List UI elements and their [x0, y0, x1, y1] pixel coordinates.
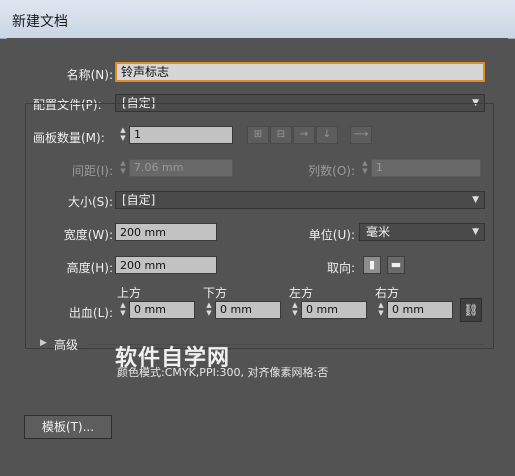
dialog-body: 名称(N): 铃声标志 配置文件(P): [自定] ▼ 画板数量(M): ▲ ▼ … [7, 38, 508, 469]
bleed-left-input[interactable]: 0 mm [301, 301, 367, 319]
artboard-count-stepper[interactable]: ▲ ▼ [117, 126, 129, 144]
template-button[interactable]: 模板(T)... [24, 415, 112, 439]
chevron-down-icon: ▼ [472, 195, 479, 205]
bleed-top-label: 上方 [117, 286, 142, 300]
size-value: [自定] [122, 193, 156, 207]
units-value: 毫米 [366, 225, 391, 239]
width-label: 宽度(W): [63, 228, 113, 242]
size-label: 大小(S): [67, 195, 113, 209]
title-bar: 新建文档 [0, 0, 515, 39]
columns-stepper[interactable]: ▲ ▼ [359, 159, 371, 177]
landscape-icon[interactable]: ▬ [387, 256, 405, 274]
bleed-right-label: 右方 [375, 286, 400, 300]
width-input[interactable]: 200 mm [115, 223, 217, 241]
name-field[interactable]: 铃声标志 [115, 62, 485, 82]
bleed-left-stepper[interactable]: ▲ ▼ [289, 301, 301, 319]
units-label: 单位(U): [308, 228, 355, 242]
artboard-count-input[interactable]: 1 [129, 126, 233, 144]
bleed-bottom-stepper[interactable]: ▲ ▼ [203, 301, 215, 319]
bleed-right-stepper[interactable]: ▲ ▼ [375, 301, 387, 319]
bleed-top-input[interactable]: 0 mm [129, 301, 195, 319]
spacing-input[interactable]: 7.06 mm [129, 159, 233, 177]
chevron-down-icon: ▼ [472, 227, 479, 237]
bleed-left-label: 左方 [289, 286, 314, 300]
spacing-stepper[interactable]: ▲ ▼ [117, 159, 129, 177]
advanced-label[interactable]: 高级 [54, 336, 78, 353]
spacing-label: 间距(I): [72, 164, 113, 178]
grid-by-column-icon[interactable]: ⊟ [270, 126, 292, 144]
portrait-icon[interactable]: ▮ [363, 256, 381, 274]
bleed-label: 出血(L): [68, 306, 113, 320]
link-chain-icon[interactable]: ⛓ [460, 298, 482, 322]
units-select[interactable]: 毫米 ▼ [359, 223, 485, 241]
right-to-left-arrow-icon[interactable]: ⟶ [350, 126, 372, 144]
height-input[interactable]: 200 mm [115, 256, 217, 274]
artboard-count-label: 画板数量(M): [33, 131, 105, 145]
new-document-dialog: 新建文档 名称(N): 铃声标志 配置文件(P): [自定] ▼ 画板数量(M)… [0, 0, 515, 476]
size-select[interactable]: [自定] ▼ [115, 191, 485, 209]
name-label: 名称(N): [66, 68, 113, 82]
expand-triangle-icon[interactable]: ▶ [40, 338, 47, 348]
arrange-by-column-icon[interactable]: ↓ [316, 126, 338, 144]
bleed-top-stepper[interactable]: ▲ ▼ [117, 301, 129, 319]
bleed-bottom-label: 下方 [203, 286, 228, 300]
bleed-right-input[interactable]: 0 mm [387, 301, 453, 319]
watermark: 软件自学网 [115, 346, 231, 371]
orientation-label: 取向: [326, 261, 355, 275]
window-title: 新建文档 [12, 14, 68, 30]
columns-input[interactable]: 1 [371, 159, 481, 177]
arrange-by-row-icon[interactable]: → [293, 126, 315, 144]
bleed-bottom-input[interactable]: 0 mm [215, 301, 281, 319]
height-label: 高度(H): [66, 261, 113, 275]
grid-by-row-icon[interactable]: ⊞ [247, 126, 269, 144]
columns-label: 列数(O): [308, 164, 355, 178]
